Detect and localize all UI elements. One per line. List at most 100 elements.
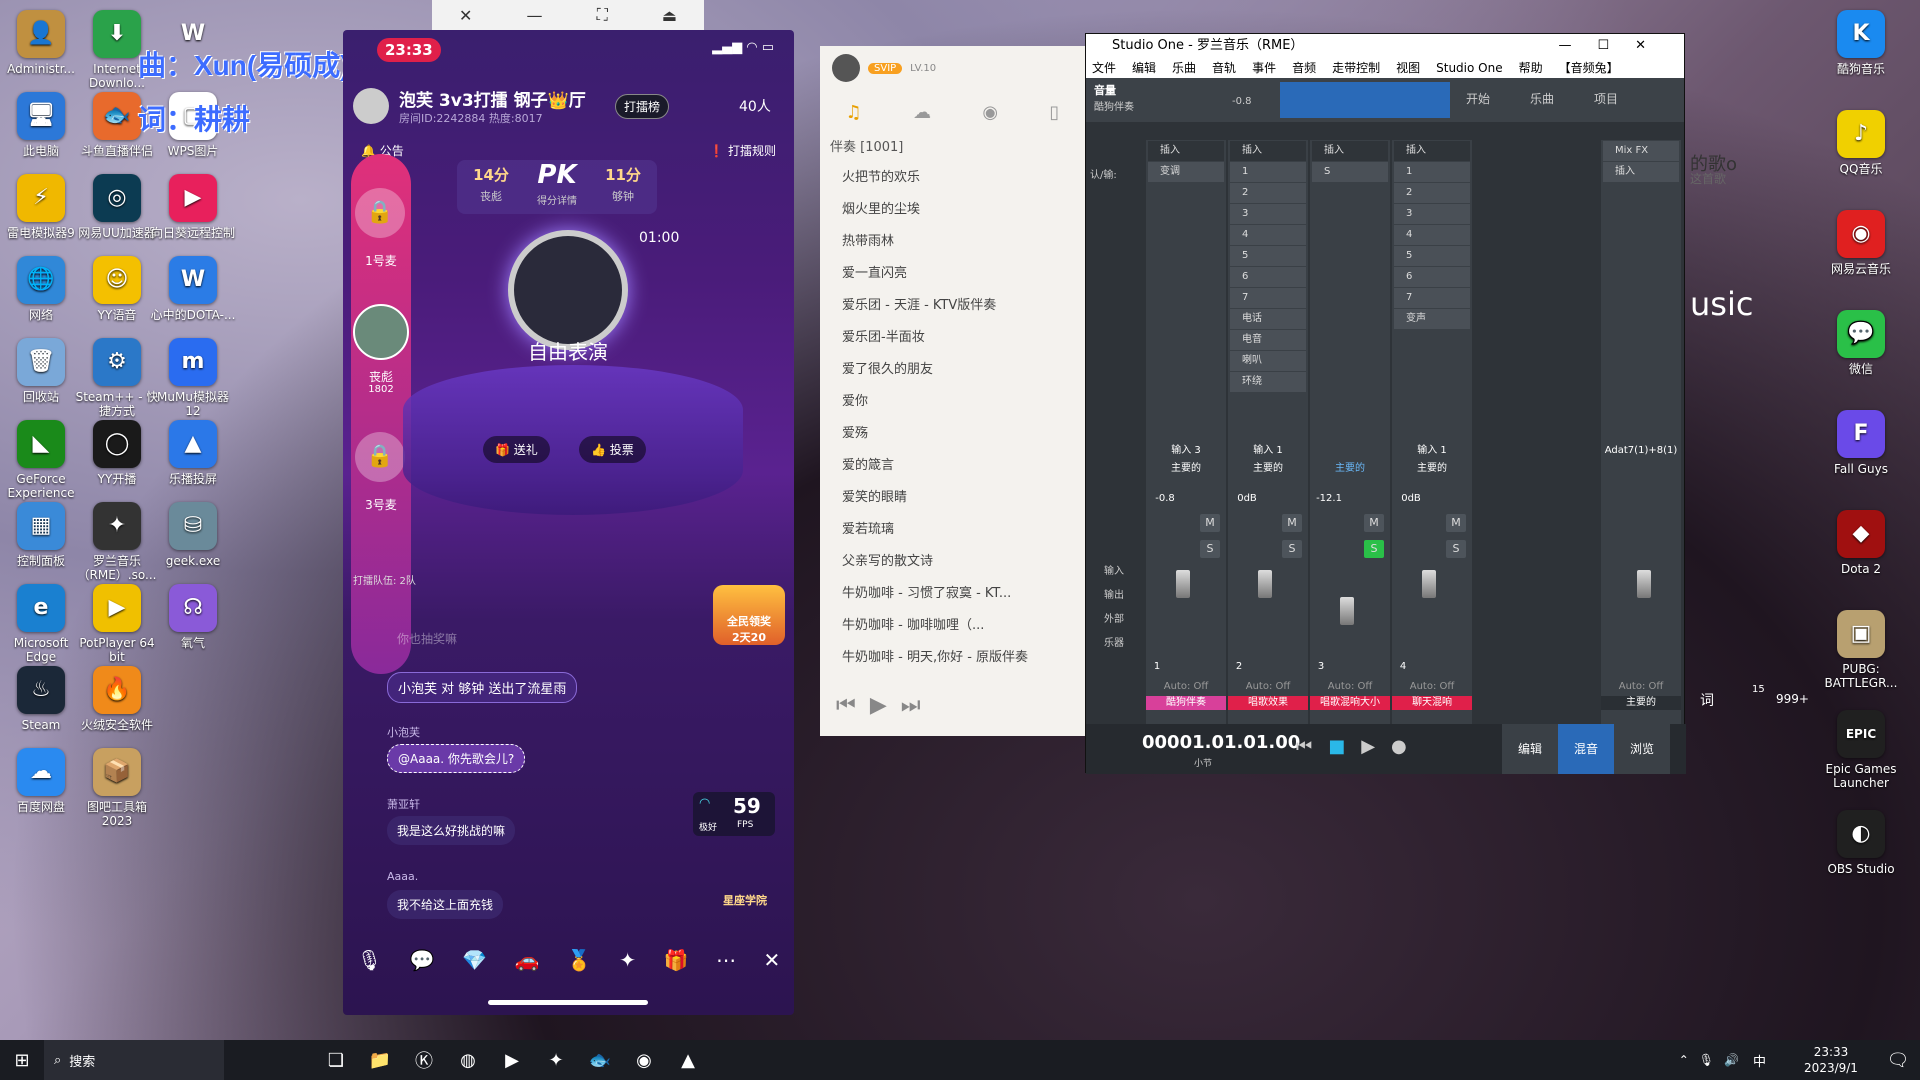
channel-input[interactable]: 输入 3 xyxy=(1146,444,1226,458)
ime-indicator[interactable]: 中 xyxy=(1753,1051,1766,1070)
viewer-count[interactable]: 40人 xyxy=(739,96,771,116)
gift-x10-icon[interactable]: 💎 xyxy=(462,948,487,972)
desktop-icon[interactable]: ☺ YY语音 xyxy=(74,256,160,322)
douyu-icon[interactable]: 🐟 xyxy=(578,1040,622,1080)
volume-fader[interactable] xyxy=(1176,569,1190,598)
list-item[interactable]: 爱殇 xyxy=(820,418,1085,450)
desktop-icon[interactable]: ▦ 控制面板 xyxy=(0,502,84,568)
solo-button[interactable]: S xyxy=(1364,540,1384,558)
desktop-icon[interactable]: ▲ 乐播投屏 xyxy=(150,420,236,486)
lebo-icon[interactable]: ▲ xyxy=(666,1040,710,1080)
channel-name[interactable]: 唱歌效果 xyxy=(1228,696,1308,710)
list-item[interactable]: 火把节的欢乐 xyxy=(820,162,1085,194)
desktop-icon[interactable] xyxy=(150,666,236,718)
mixer-side-label[interactable]: 输出 xyxy=(1104,586,1124,601)
menu-item[interactable]: 帮助 xyxy=(1519,58,1543,78)
kugou-icon[interactable]: Ⓚ xyxy=(402,1040,446,1080)
star-icon[interactable]: ✦ xyxy=(619,948,636,972)
menu-item[interactable]: 文件 xyxy=(1092,58,1116,78)
menu-item[interactable]: 视图 xyxy=(1396,58,1420,78)
desktop-icon[interactable]: W 心中的DOTA-... xyxy=(150,256,236,322)
loop-icon[interactable]: ■ xyxy=(1328,736,1361,757)
insert-slot[interactable]: 3 xyxy=(1230,204,1306,224)
insert-slot[interactable]: 变调 xyxy=(1148,162,1224,182)
music-note-icon[interactable]: ♫ xyxy=(846,102,862,123)
window-controls[interactable]: —☐✕ xyxy=(1558,34,1672,58)
channel-name[interactable]: 酷狗伴奏 xyxy=(1146,696,1226,710)
list-item[interactable]: 父亲写的散文诗 xyxy=(820,546,1085,578)
eject-icon[interactable]: ⏏ xyxy=(662,6,677,25)
file-explorer-icon[interactable]: 📁 xyxy=(358,1040,402,1080)
desktop-icon[interactable]: ◉ 网易云音乐 xyxy=(1818,210,1904,276)
insert-header[interactable]: 插入 xyxy=(1603,162,1679,182)
playlist-section[interactable]: 伴奏 [1001] xyxy=(820,134,1085,162)
more-icon[interactable]: ⋯ xyxy=(716,948,736,972)
list-item[interactable]: 牛奶咖啡 - 习惯了寂寞 - KT... xyxy=(820,578,1085,610)
mic-off-icon[interactable]: 🎙 xyxy=(357,948,382,972)
gift-button[interactable]: 🎁 送礼 xyxy=(483,436,550,463)
insert-slot[interactable]: 变声 xyxy=(1394,309,1470,329)
gift-box-icon[interactable]: 🎁 xyxy=(664,948,689,972)
insert-header[interactable]: 插入 xyxy=(1394,141,1470,161)
insert-slot[interactable]: 5 xyxy=(1394,246,1470,266)
performer-avatar[interactable] xyxy=(508,230,628,350)
desktop-icon[interactable]: ◯ YY开播 xyxy=(74,420,160,486)
insert-slot[interactable]: 7 xyxy=(1230,288,1306,308)
radio-icon[interactable]: ◉ xyxy=(982,102,998,123)
channel-name[interactable]: 唱歌混响大小 xyxy=(1310,696,1390,710)
desktop-icon[interactable]: ⛁ geek.exe xyxy=(150,502,236,568)
auto-mode[interactable]: Auto: Off xyxy=(1146,680,1226,694)
insert-slot[interactable]: 1 xyxy=(1394,162,1470,182)
master-input[interactable]: Adat7(1)+8(1) xyxy=(1601,444,1681,458)
list-item[interactable]: 爱笑的眼睛 xyxy=(820,482,1085,514)
notification-icon[interactable]: 🗨 xyxy=(1876,1040,1920,1080)
view-tab[interactable]: 开始 xyxy=(1466,90,1490,107)
insert-slot[interactable]: 4 xyxy=(1394,225,1470,245)
desktop-icon[interactable]: ♪ QQ音乐 xyxy=(1818,110,1904,176)
master-fader[interactable] xyxy=(1637,570,1651,598)
bg-lyric-btn[interactable]: 词 xyxy=(1700,690,1714,710)
desktop-icon[interactable]: ☊ 氧气 xyxy=(150,584,236,650)
list-item[interactable]: 烟火里的尘埃 xyxy=(820,194,1085,226)
list-item[interactable]: 爱的箴言 xyxy=(820,450,1085,482)
volume-fader[interactable] xyxy=(1340,597,1354,625)
list-item[interactable]: 爱乐团-半面妆 xyxy=(820,322,1085,354)
search-box[interactable]: ⌕ 搜索 xyxy=(44,1040,224,1080)
desktop-icon[interactable]: ♨ Steam xyxy=(0,666,84,732)
promo-badge[interactable]: 全民领奖 2天20 xyxy=(713,585,785,645)
rank-button[interactable]: 打擂榜 xyxy=(615,94,670,119)
mute-button[interactable]: M xyxy=(1282,514,1302,532)
menu-item[interactable]: 【音频兔】 xyxy=(1559,58,1619,78)
desktop-icon[interactable]: 🌐 网络 xyxy=(0,256,84,322)
insert-slot[interactable]: 3 xyxy=(1394,204,1470,224)
channel-bus[interactable]: 主要的 xyxy=(1146,462,1226,476)
solo-button[interactable]: S xyxy=(1200,540,1220,558)
insert-slot[interactable]: 6 xyxy=(1394,267,1470,287)
desktop-icon[interactable]: e Microsoft Edge xyxy=(0,584,84,664)
host-avatar[interactable] xyxy=(353,88,389,124)
user-avatar[interactable] xyxy=(832,54,860,82)
mute-button[interactable]: M xyxy=(1364,514,1384,532)
home-indicator[interactable] xyxy=(488,1000,648,1005)
prev-icon[interactable]: ⏮ xyxy=(836,693,856,718)
desktop-icon[interactable]: ⚡ 雷电模拟器9 xyxy=(0,174,84,240)
insert-slot[interactable]: 电音 xyxy=(1230,330,1306,350)
mix-fx[interactable]: Mix FX xyxy=(1603,141,1679,161)
volume-fader[interactable] xyxy=(1258,569,1272,598)
insert-slot[interactable]: 2 xyxy=(1230,183,1306,203)
view-tab[interactable]: 乐曲 xyxy=(1530,90,1554,107)
list-item[interactable]: 牛奶咖啡 - 明天,你好 - 原版伴奏 xyxy=(820,642,1085,674)
lock-icon[interactable]: 🔒 xyxy=(355,432,405,482)
list-item[interactable]: 爱若琉璃 xyxy=(820,514,1085,546)
insert-header[interactable]: 插入 xyxy=(1312,141,1388,161)
desktop-icon[interactable]: ◎ 网易UU加速器 xyxy=(74,174,160,240)
mixer-side-label[interactable]: 输入 xyxy=(1104,562,1124,577)
edit-tools[interactable] xyxy=(1280,82,1450,118)
mute-button[interactable]: M xyxy=(1446,514,1466,532)
play-icon[interactable]: ▶ xyxy=(870,693,887,718)
studio-one-icon[interactable]: ✦ xyxy=(534,1040,578,1080)
auto-mode[interactable]: Auto: Off xyxy=(1228,680,1308,694)
desktop-icon[interactable]: 🔥 火绒安全软件 xyxy=(74,666,160,732)
list-item[interactable]: 热带雨林 xyxy=(820,226,1085,258)
minimize-icon[interactable]: — xyxy=(527,6,543,25)
